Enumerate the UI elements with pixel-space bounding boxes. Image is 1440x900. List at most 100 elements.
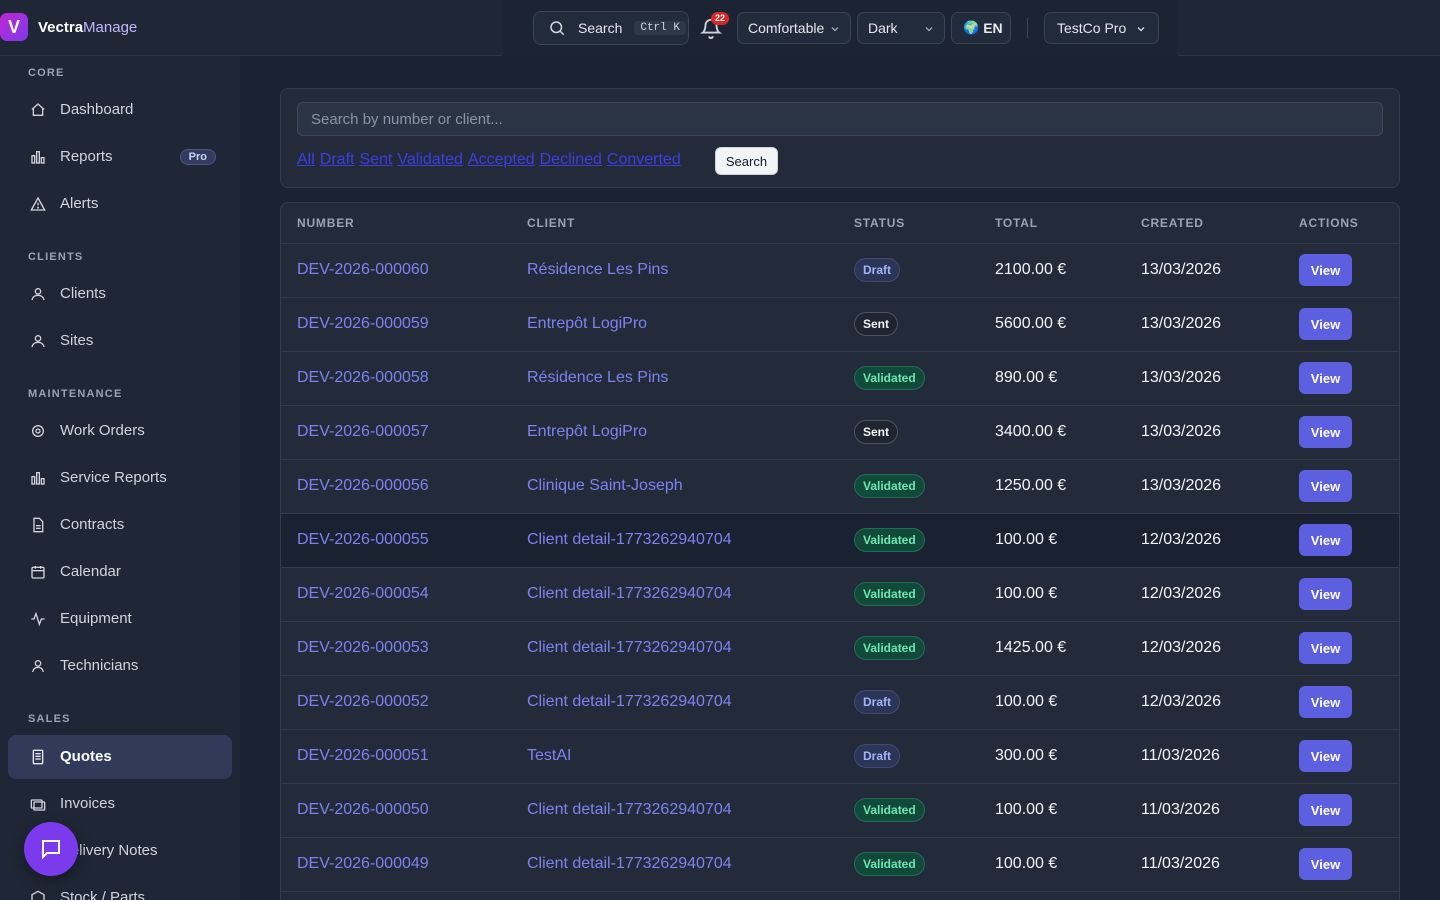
column-header-created[interactable]: CREATED xyxy=(1141,203,1299,244)
table-row[interactable]: DEV-2026-000056 Clinique Saint-Joseph Vali… xyxy=(281,459,1399,514)
quote-number-link[interactable]: DEV-2026-000057 xyxy=(297,423,429,440)
sidebar-item-quotes[interactable]: Quotes xyxy=(8,735,232,779)
table-row[interactable]: DEV-2026-000054 Client detail-17732629407… xyxy=(281,567,1399,622)
sidebar-item-dashboard[interactable]: Dashboard xyxy=(8,88,232,132)
brand[interactable]: V VectraManage xyxy=(0,12,137,42)
sidebar-item-invoices[interactable]: Invoices xyxy=(8,782,232,826)
table-row[interactable]: DEV-2026-000050 Client detail-17732629407… xyxy=(281,783,1399,838)
filter-link-validated[interactable]: Validated xyxy=(397,151,463,169)
client-link[interactable]: Résidence Les Pins xyxy=(527,261,668,278)
table-row[interactable]: DEV-2026-000051 TestAI Draft 300.00 €11/03/… xyxy=(281,729,1399,784)
filter-link-draft[interactable]: Draft xyxy=(320,151,355,169)
quote-number-cell: DEV-2026-000056 xyxy=(281,459,527,514)
theme-value: Dark xyxy=(868,20,898,36)
created-date-cell: 11/03/2026 xyxy=(1141,729,1299,784)
search-shortcut: Ctrl K xyxy=(634,21,686,35)
client-link[interactable]: Client detail-1773262940704 xyxy=(527,693,732,710)
search-submit-button[interactable]: Search xyxy=(715,147,778,175)
quote-number-link[interactable]: DEV-2026-000056 xyxy=(297,477,429,494)
sidebar-item-clients[interactable]: Clients xyxy=(8,272,232,316)
view-quote-button[interactable]: View xyxy=(1299,254,1352,286)
global-search-button[interactable]: Search Ctrl K xyxy=(533,11,689,45)
client-link[interactable]: Client detail-1773262940704 xyxy=(527,801,732,818)
quote-number-link[interactable]: DEV-2026-000052 xyxy=(297,693,429,710)
quote-number-link[interactable]: DEV-2026-000055 xyxy=(297,531,429,548)
actions-cell: View xyxy=(1299,675,1399,730)
quote-number-link[interactable]: DEV-2026-000054 xyxy=(297,585,429,602)
view-quote-button[interactable]: View xyxy=(1299,524,1352,556)
client-link[interactable]: Client detail-1773262940704 xyxy=(527,639,732,656)
table-row[interactable]: DEV-2026-000059 Entrepôt LogiPro Sent 5600.… xyxy=(281,297,1399,352)
view-quote-button[interactable]: View xyxy=(1299,740,1352,772)
view-quote-button[interactable]: View xyxy=(1299,308,1352,340)
client-link[interactable]: Entrepôt LogiPro xyxy=(527,423,647,440)
view-quote-button[interactable]: View xyxy=(1299,632,1352,664)
sidebar-item-equipment[interactable]: Equipment xyxy=(8,597,232,641)
table-row[interactable]: DEV-2026-000053 Client detail-17732629407… xyxy=(281,621,1399,676)
filter-link-converted[interactable]: Converted xyxy=(607,151,681,169)
status-filter-links: All Draft Sent Validated Accepted Declin… xyxy=(297,151,686,169)
sidebar-item-reports[interactable]: Reports Pro xyxy=(8,135,232,179)
quote-number-link[interactable]: DEV-2026-000051 xyxy=(297,747,429,764)
table-row[interactable]: DEV-2026-000060 Résidence Les Pins Draft 21… xyxy=(281,243,1399,298)
view-quote-button[interactable]: View xyxy=(1299,416,1352,448)
column-header-actions: ACTIONS xyxy=(1299,203,1399,244)
quote-number-link[interactable]: DEV-2026-000053 xyxy=(297,639,429,656)
quote-number-link[interactable]: DEV-2026-000050 xyxy=(297,801,429,818)
table-row[interactable]: DEV-2026-000052 Client detail-17732629407… xyxy=(281,675,1399,730)
filter-link-all[interactable]: All xyxy=(297,151,315,169)
column-header-status[interactable]: STATUS xyxy=(854,203,995,244)
table-row[interactable]: DEV-2026-000057 Entrepôt LogiPro Sent 3400.… xyxy=(281,405,1399,460)
table-row[interactable]: DEV-2026-000049 Client detail-17732629407… xyxy=(281,837,1399,892)
filter-link-declined[interactable]: Declined xyxy=(540,151,602,169)
sidebar-item-alerts[interactable]: Alerts xyxy=(8,182,232,226)
column-header-client[interactable]: CLIENT xyxy=(527,203,854,244)
sidebar-item-calendar[interactable]: Calendar xyxy=(8,550,232,594)
client-link[interactable]: Client detail-1773262940704 xyxy=(527,855,732,872)
sidebar-item-service-reports[interactable]: Service Reports xyxy=(8,456,232,500)
client-link[interactable]: Résidence Les Pins xyxy=(527,369,668,386)
table-row[interactable]: DEV-2026-000055 Client detail-17732629407… xyxy=(281,513,1399,568)
client-link[interactable]: Client detail-1773262940704 xyxy=(527,585,732,602)
column-header-total[interactable]: TOTAL xyxy=(995,203,1141,244)
view-quote-button[interactable]: View xyxy=(1299,362,1352,394)
chat-button[interactable] xyxy=(24,822,78,876)
client-link[interactable]: Clinique Saint-Joseph xyxy=(527,477,683,494)
client-link[interactable]: TestAI xyxy=(527,747,571,764)
theme-select[interactable]: Dark xyxy=(857,12,945,44)
quote-number-link[interactable]: DEV-2026-000060 xyxy=(297,261,429,278)
view-quote-button[interactable]: View xyxy=(1299,686,1352,718)
filter-link-accepted[interactable]: Accepted xyxy=(468,151,535,169)
sidebar-item-sites[interactable]: Sites xyxy=(8,319,232,363)
quote-number-link[interactable]: DEV-2026-000049 xyxy=(297,855,429,872)
view-quote-button[interactable]: View xyxy=(1299,470,1352,502)
status-cell: Validated xyxy=(854,837,995,892)
table-row[interactable]: DEV-2026-000058 Résidence Les Pins Validat… xyxy=(281,351,1399,406)
view-quote-button[interactable]: View xyxy=(1299,578,1352,610)
organization-select[interactable]: TestCo Pro xyxy=(1044,12,1159,44)
quote-number-cell: DEV-2026-000051 xyxy=(281,729,527,784)
brand-name: VectraManage xyxy=(38,18,138,36)
view-quote-button[interactable]: View xyxy=(1299,794,1352,826)
status-cell: Validated xyxy=(854,783,995,838)
status-badge: Sent xyxy=(854,420,899,444)
column-header-number[interactable]: NUMBER xyxy=(281,203,527,244)
actions-cell: View xyxy=(1299,567,1399,622)
quote-number-link[interactable]: DEV-2026-000058 xyxy=(297,369,429,386)
filter-link-sent[interactable]: Sent xyxy=(359,151,392,169)
sidebar-item-technicians[interactable]: Technicians xyxy=(8,644,232,688)
sidebar-item-stock-parts[interactable]: Stock / Parts xyxy=(8,876,232,900)
quote-search-input[interactable] xyxy=(297,102,1383,136)
view-quote-button[interactable]: View xyxy=(1299,848,1352,880)
client-link[interactable]: Entrepôt LogiPro xyxy=(527,315,647,332)
language-select[interactable]: 🌍 EN xyxy=(951,12,1011,44)
status-cell: Validated xyxy=(854,621,995,676)
client-link[interactable]: Client detail-1773262940704 xyxy=(527,531,732,548)
sidebar-item-work-orders[interactable]: Work Orders xyxy=(8,409,232,453)
status-cell: Validated xyxy=(854,351,995,406)
density-select[interactable]: Comfortable xyxy=(737,12,851,44)
status-badge: Draft xyxy=(854,744,901,768)
quote-number-link[interactable]: DEV-2026-000059 xyxy=(297,315,429,332)
sidebar-item-contracts[interactable]: Contracts xyxy=(8,503,232,547)
sidebar-item-label: Quotes xyxy=(60,748,112,765)
